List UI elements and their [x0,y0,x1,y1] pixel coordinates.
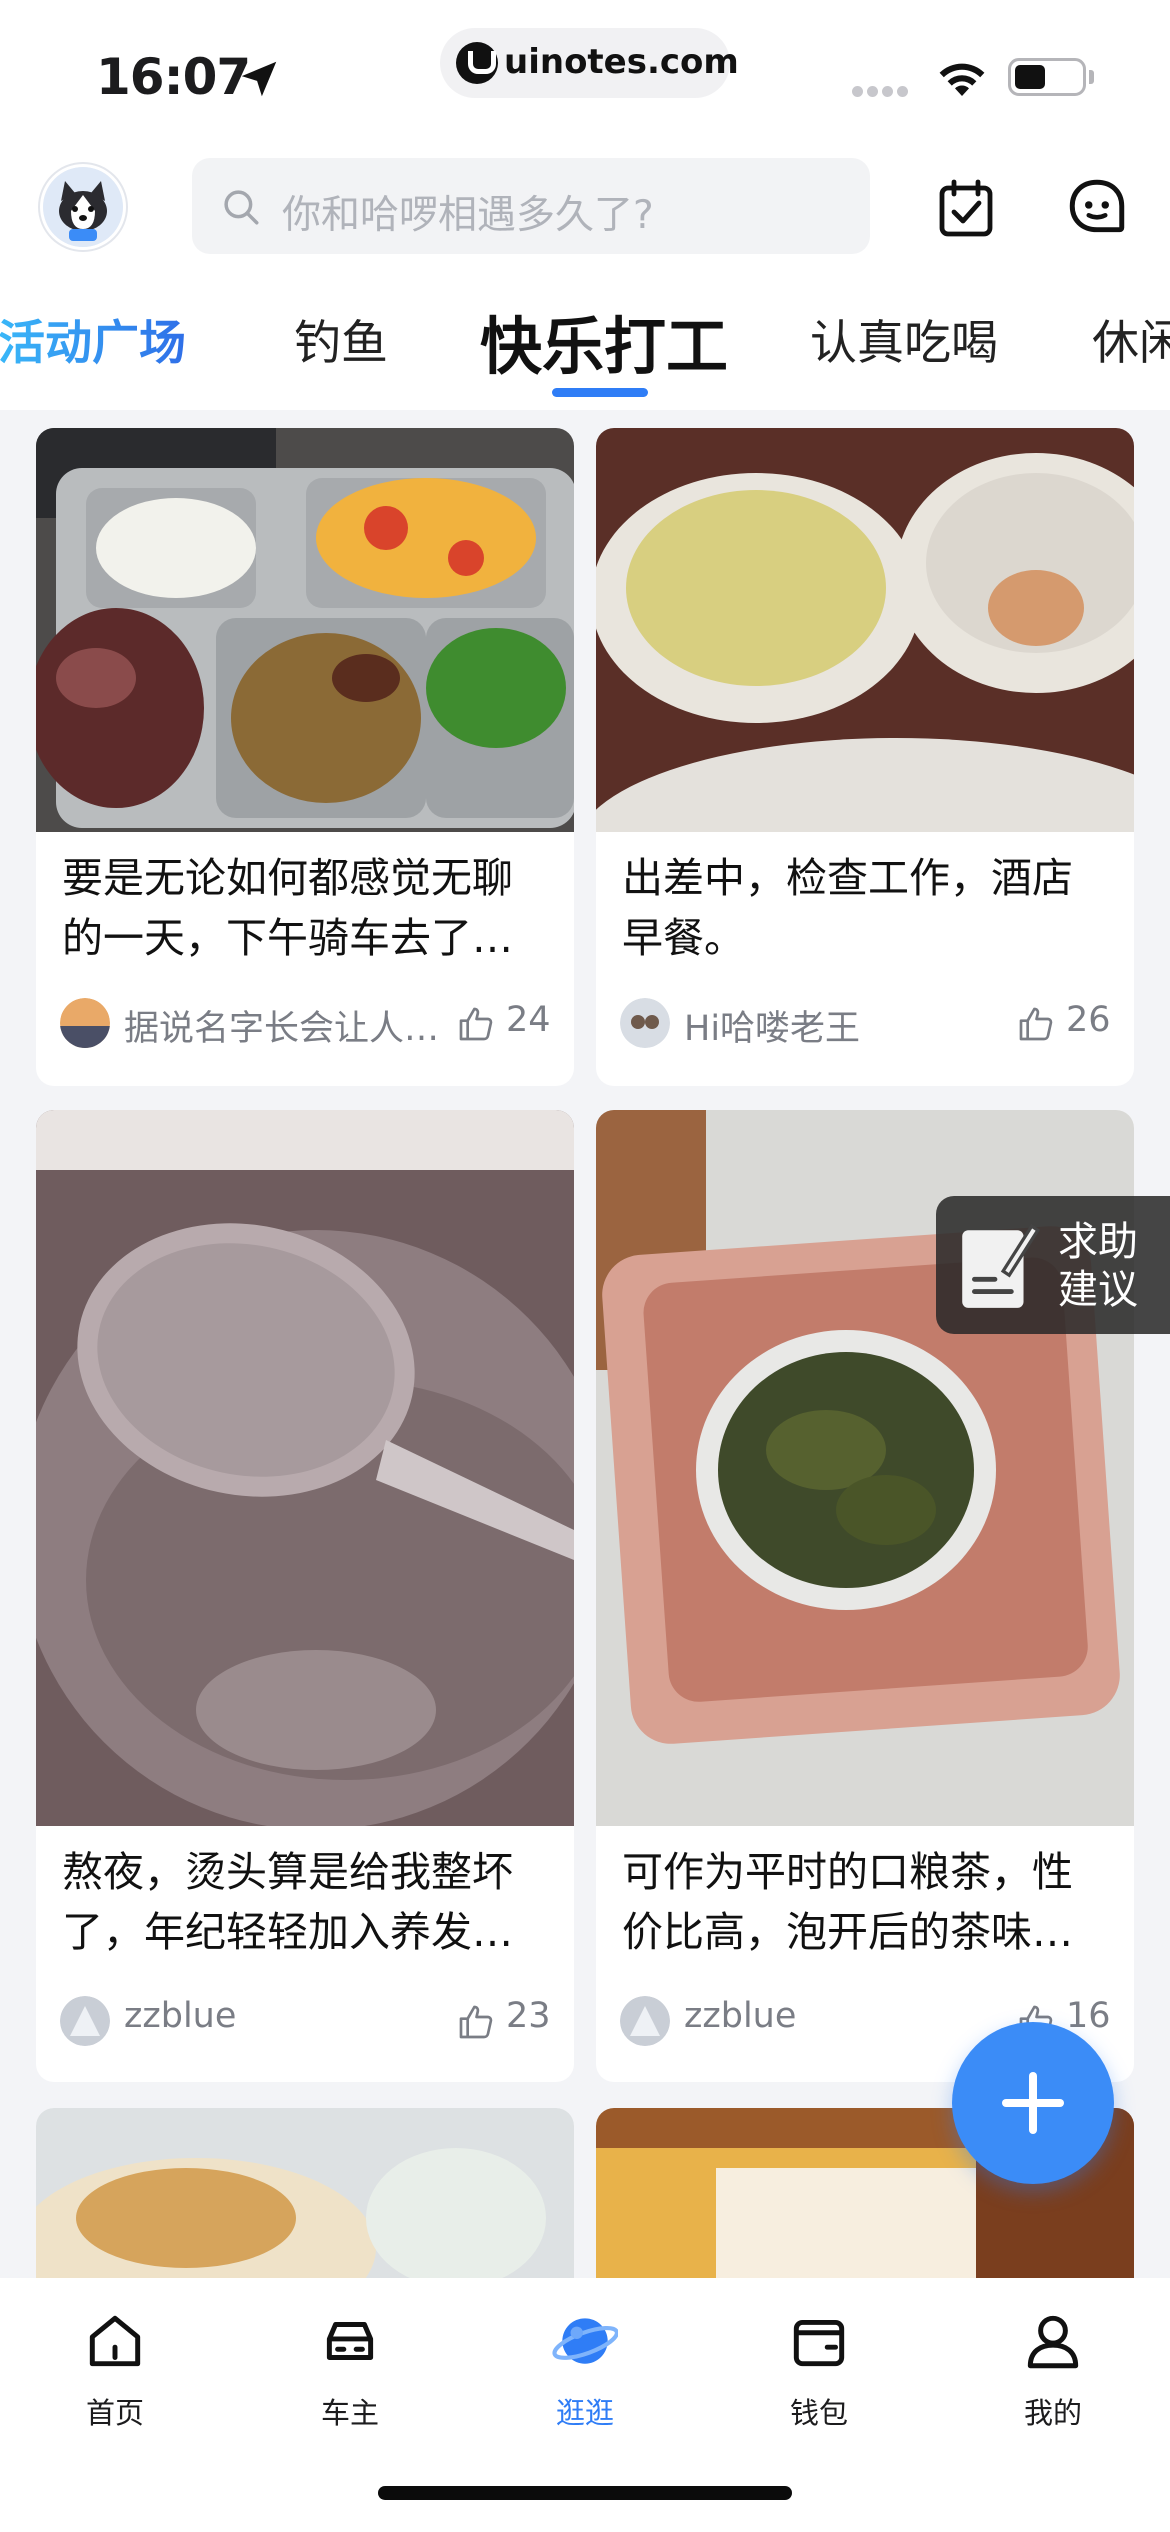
home-indicator[interactable] [378,2486,792,2500]
card-title: 可作为平时的口粮茶，性 价比高，泡开后的茶味… [622,1848,1073,1956]
card-author: zzblue [124,1996,237,2036]
author-avatar [620,998,670,1048]
calendar-check-icon[interactable] [934,176,998,240]
location-arrow-icon [241,61,277,97]
wallet-icon [793,2319,845,2367]
thumbs-up-icon[interactable] [1016,1004,1056,1044]
nav-home[interactable]: 首页 [30,2308,200,2438]
planet-icon [552,2318,618,2364]
feed-card[interactable]: 要是无论如何都感觉无聊 的一天，下午骑车去了… 据说名字长会让人… 24 [36,428,574,1086]
author-avatar [620,1996,670,2046]
thumbs-up-icon[interactable] [456,2002,496,2042]
profile-icon [1027,2315,1079,2369]
user-avatar[interactable] [40,164,126,250]
card-title: 要是无论如何都感觉无聊 的一天，下午骑车去了… [62,854,513,962]
husky-avatar-icon [43,167,123,247]
url-pill[interactable]: uinotes.com [440,28,739,98]
car-icon [326,2322,374,2360]
feedback-pen-icon [962,1223,1040,1308]
battery-tip [1089,70,1094,84]
top-header: 你和哈啰相遇多久了? [0,140,1170,260]
black-sesame-paste-image [36,1110,574,1826]
like-count: 26 [1066,1000,1111,1040]
like-count: 23 [506,1996,551,2036]
home-icon [89,2315,141,2367]
feed-card[interactable]: 熬夜，烫头算是给我整坏 了，年纪轻轻加入养发… zzblue 23 [36,1110,574,2082]
author-avatar [60,998,110,1048]
search-input[interactable]: 你和哈啰相遇多久了? [192,158,870,254]
status-time: 16:07 [96,48,251,106]
status-bar: 16:07 uinotes.com [0,0,1170,140]
nav-label: 逛逛 [555,2396,614,2430]
breakfast-bowls-image [596,428,1134,832]
author-avatar [60,1996,110,2046]
tab-eat-drink[interactable]: 认真吃喝 [810,304,998,373]
nav-profile[interactable]: 我的 [968,2308,1138,2438]
like-count: 24 [506,1000,551,1040]
tab-happy-work[interactable]: 快乐打工 [480,296,728,386]
tab-leisure[interactable]: 休闲 [1092,304,1170,373]
feed-card[interactable]: 出差中，检查工作，酒店 早餐。 Hi哈喽老王 26 [596,428,1134,1086]
url-text: uinotes.com [504,42,739,82]
like-count: 16 [1066,1996,1111,2036]
create-post-button[interactable] [952,2022,1114,2184]
nav-label: 钱包 [789,2396,848,2430]
active-tab-indicator [552,388,648,397]
help-label: 求助 建议 [1058,1219,1138,1313]
thumbs-up-icon[interactable] [456,1004,496,1044]
nav-car-owner[interactable]: 车主 [265,2308,435,2438]
card-author: zzblue [684,1996,797,2036]
cellular-signal-icon [852,82,916,97]
food-tray-image [36,428,574,832]
tab-fishing[interactable]: 钓鱼 [294,304,388,373]
nav-label: 首页 [85,2396,144,2430]
card-author: 据说名字长会让人… [124,1009,440,1049]
help-suggestion-button[interactable]: 求助 建议 [936,1196,1170,1334]
nav-label: 车主 [320,2396,379,2430]
search-icon [224,190,259,225]
nav-wallet[interactable]: 钱包 [734,2308,904,2438]
wifi-icon [939,63,985,96]
message-icon[interactable] [1064,174,1130,240]
nav-label: 我的 [1023,2396,1082,2430]
card-title: 熬夜，烫头算是给我整坏 了，年纪轻轻加入养发… [62,1848,513,1956]
search-placeholder: 你和哈啰相遇多久了? [282,193,654,238]
card-author: Hi哈喽老王 [684,1009,861,1049]
category-tabs: 活动广场 钓鱼 快乐打工 认真吃喝 休闲 [0,260,1170,410]
battery-icon [1008,58,1086,96]
site-logo-icon [456,42,498,84]
tab-activity-square[interactable]: 活动广场 [0,304,186,373]
nav-explore[interactable]: 逛逛 [500,2308,670,2438]
card-title: 出差中，检查工作，酒店 早餐。 [622,854,1073,962]
